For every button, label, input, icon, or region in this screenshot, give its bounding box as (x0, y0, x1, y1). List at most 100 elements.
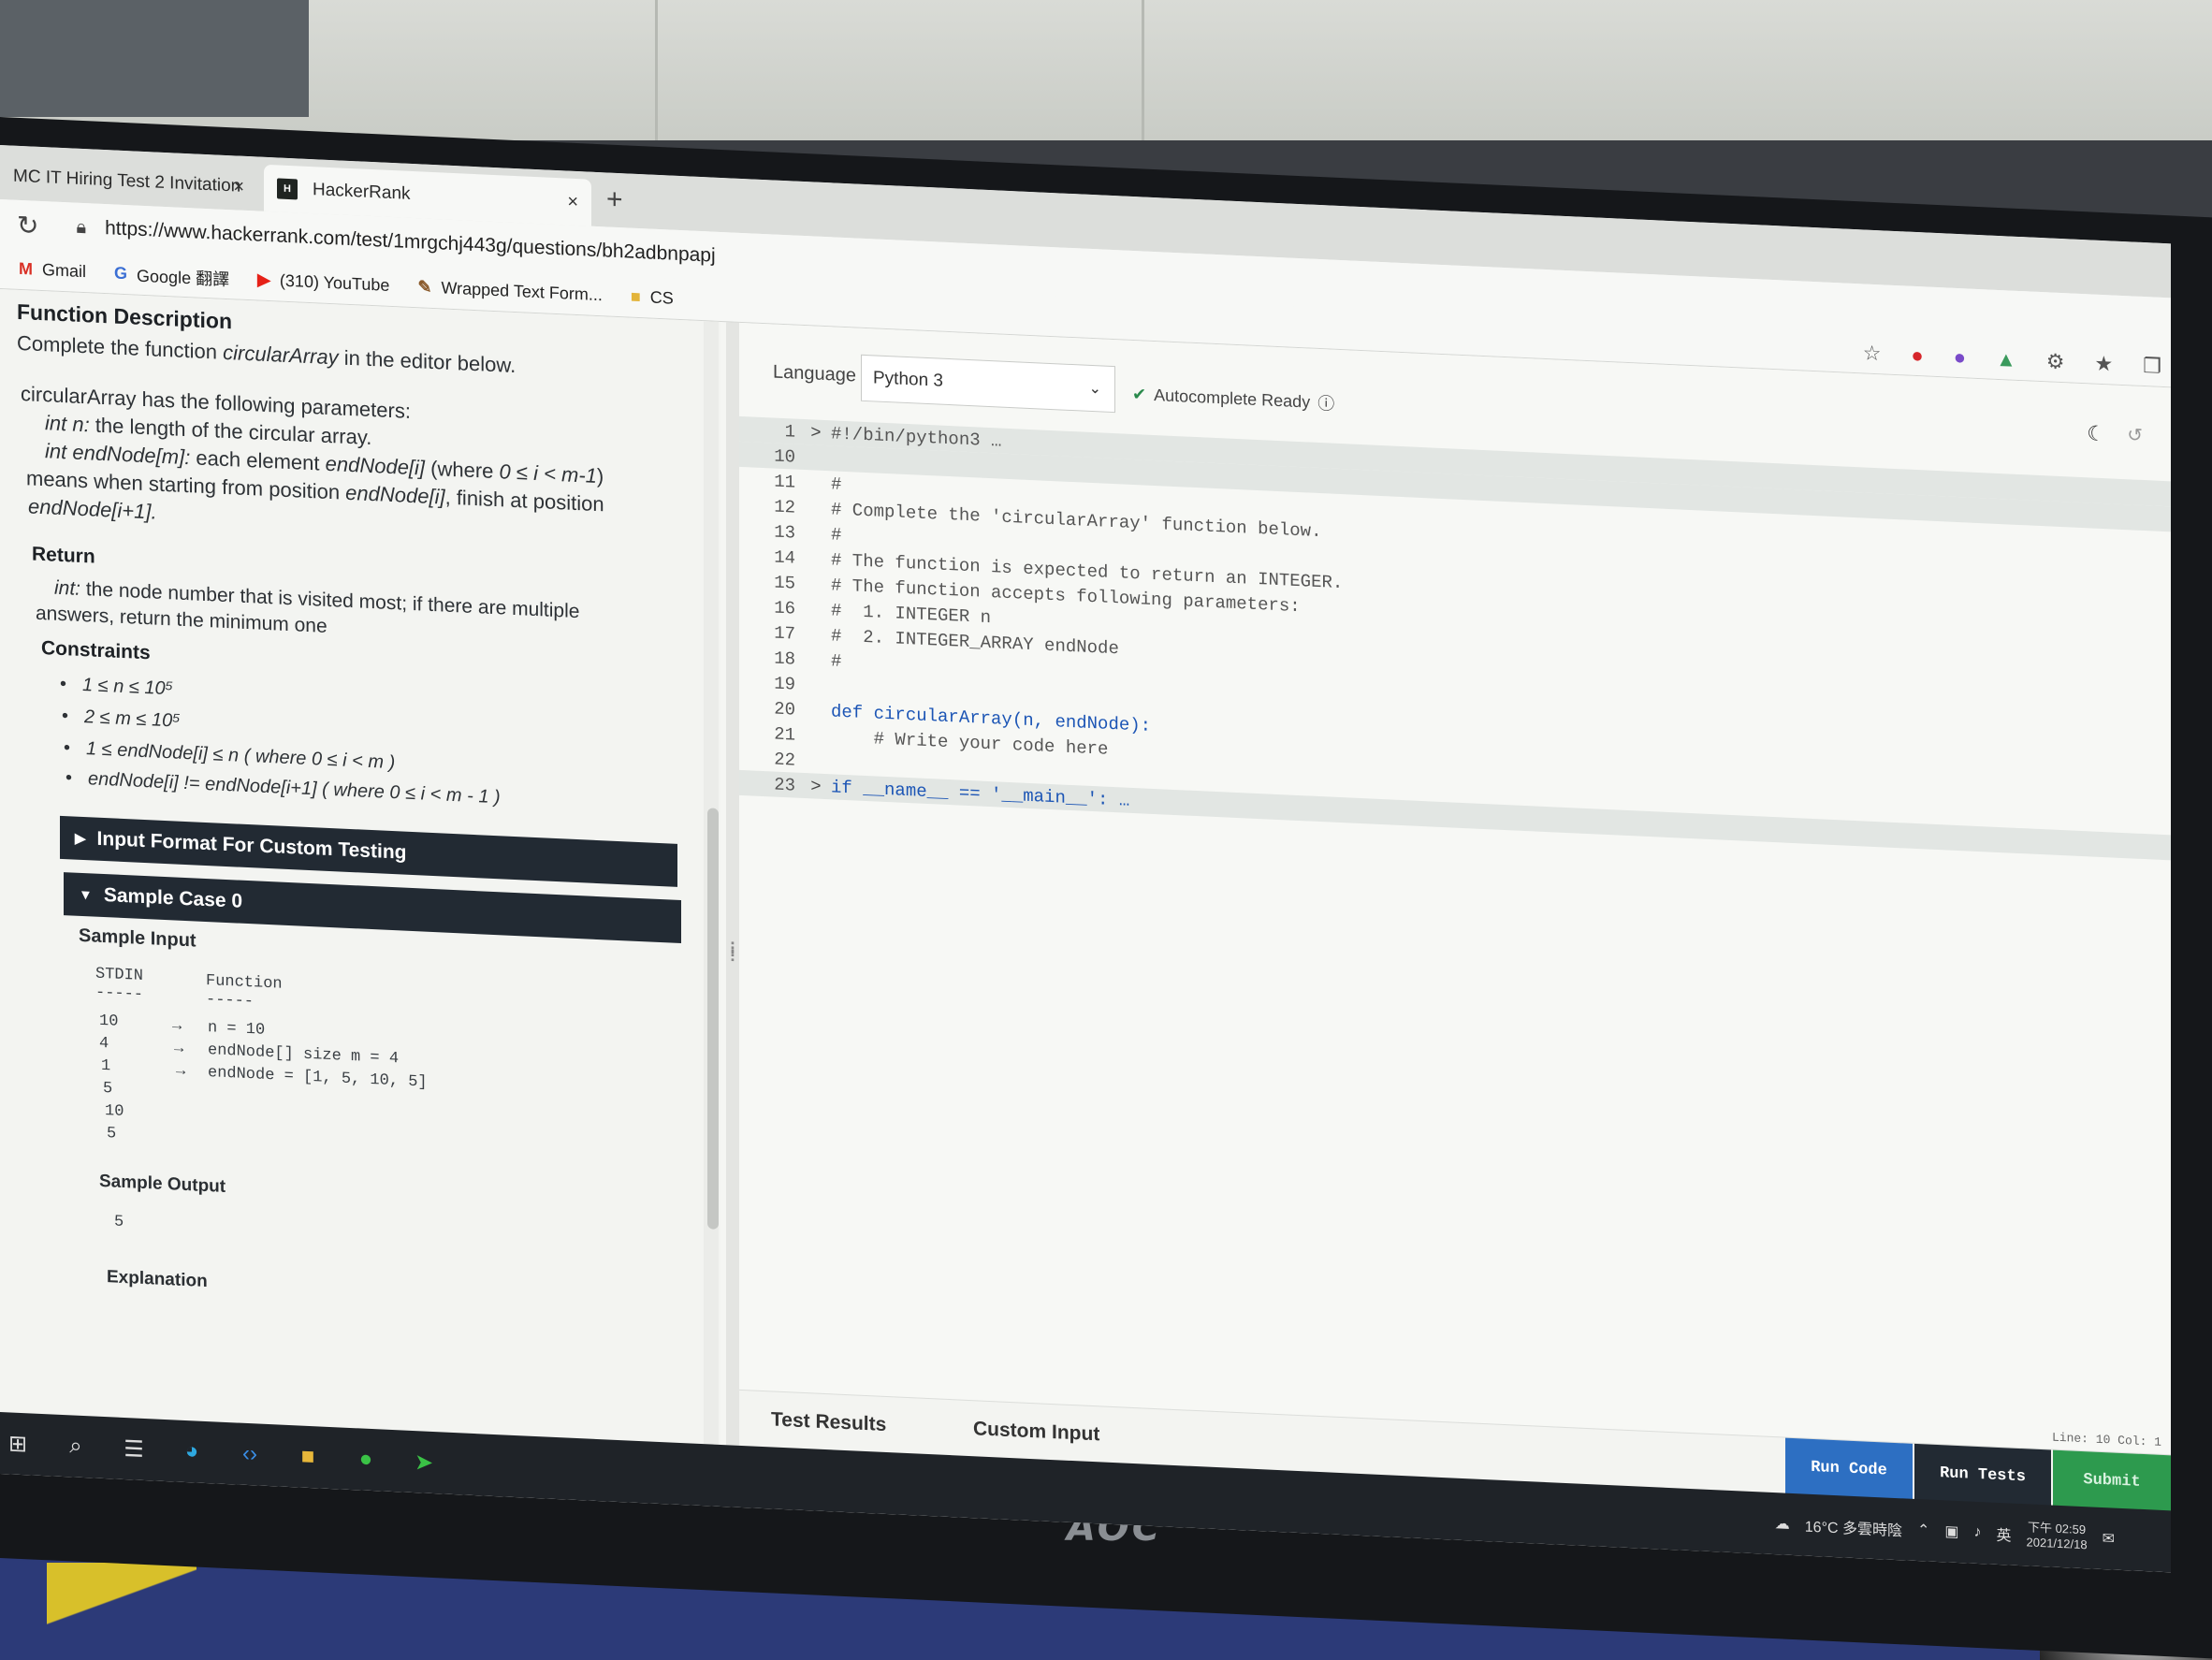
accordion-label: Sample Case 0 (103, 884, 243, 912)
line-app-icon[interactable]: ● (348, 1441, 384, 1478)
code-text: # (831, 649, 842, 672)
stdin-row: 10 (99, 1012, 119, 1031)
submit-button[interactable]: Submit (2053, 1449, 2171, 1512)
info-icon[interactable]: ⓘ (1317, 390, 1334, 415)
extension-icon[interactable]: ▲ (1996, 347, 2016, 372)
file-explorer-icon[interactable]: ■ (290, 1438, 326, 1476)
fold-toggle-icon[interactable]: > (805, 422, 827, 444)
text: , finish at position (444, 485, 604, 517)
line-number: 19 (774, 673, 795, 695)
stdin-header: STDIN (95, 965, 144, 985)
clock-date: 2021/12/18 (2026, 1535, 2088, 1552)
text: each element (190, 445, 326, 475)
chevron-up-icon[interactable]: ⌃ (1917, 1521, 1929, 1540)
language-select[interactable]: Python 3 ⌄ (861, 354, 1115, 414)
tab-custom-input[interactable]: Custom Input (973, 1418, 1099, 1446)
function-name: circularArray (223, 340, 339, 370)
fold-toggle-icon (805, 761, 827, 762)
bookmark-label: Gmail (42, 260, 87, 282)
notification-icon[interactable]: ✉ (2103, 1529, 2115, 1549)
bookmark-label: Google 翻譯 (137, 266, 230, 289)
arrow-icon: → (176, 1062, 186, 1082)
scrollbar-thumb[interactable] (707, 808, 719, 1230)
background-shadow (0, 0, 309, 117)
edge-browser-icon[interactable]: ◕ (174, 1433, 210, 1470)
tab-test-results[interactable]: Test Results (771, 1408, 886, 1436)
fold-toggle-icon (805, 634, 827, 635)
param-name: int endNode[m]: (45, 439, 191, 470)
weather-text[interactable]: 16°C 多雲時陰 (1805, 1514, 1902, 1541)
check-circle-icon: ✔ (1132, 384, 1147, 404)
arrow-icon: → (172, 1017, 182, 1036)
code-text: # (831, 523, 842, 546)
extension-icon[interactable]: ● (1954, 345, 1966, 371)
fold-toggle-icon (805, 710, 827, 711)
text: (where (425, 456, 500, 484)
vscode-icon[interactable]: ‹› (232, 1435, 268, 1473)
google-translate-icon: G (114, 263, 128, 284)
bookmark-wrapped-text[interactable]: ✎ Wrapped Text Form... (417, 277, 603, 305)
background-wall (0, 0, 2212, 140)
fold-toggle-icon (805, 483, 827, 484)
bookmark-folder-cs[interactable]: ■ CS (631, 287, 674, 309)
fold-toggle-icon (805, 458, 827, 459)
close-icon[interactable]: × (567, 191, 578, 213)
function-header: Function (206, 971, 283, 994)
close-icon[interactable]: × (233, 176, 244, 198)
opera-icon[interactable]: ● (1911, 343, 1923, 369)
fold-toggle-icon (805, 609, 827, 610)
chevron-down-icon: ⌄ (1088, 380, 1101, 398)
ime-indicator[interactable]: 英 (1997, 1522, 2012, 1546)
restore-icon[interactable]: ↺ (2127, 423, 2143, 447)
puzzle-icon[interactable]: ⚙ (2046, 349, 2065, 374)
new-tab-button[interactable]: + (606, 183, 623, 216)
function-row: n = 10 (208, 1019, 266, 1040)
network-icon[interactable]: ▣ (1944, 1522, 1958, 1541)
collections-icon[interactable]: ❐ (2143, 354, 2161, 379)
windows-start-icon[interactable]: ⊞ (0, 1425, 36, 1463)
constraint-item: 1 ≤ n ≤ 10⁵ (82, 675, 173, 700)
pane-splitter[interactable] (726, 322, 739, 1446)
fold-toggle-icon[interactable]: > (805, 776, 827, 797)
line-number: 17 (774, 622, 795, 645)
text: 0 ≤ i < m-1 (499, 459, 597, 488)
fold-toggle-icon (805, 559, 827, 560)
editor-pane: Language Python 3 ⌄ ✔ Autocomplete Ready… (739, 322, 2171, 1512)
wall-panel (1142, 0, 1144, 140)
fold-toggle-icon (805, 533, 827, 534)
lock-icon[interactable]: 🔒︎ (76, 216, 86, 238)
constraint-item: endNode[i] != endNode[i+1] ( where 0 ≤ i… (88, 768, 501, 808)
text: endNode[i] (345, 480, 445, 509)
volume-icon[interactable]: ♪ (1974, 1524, 1982, 1541)
tab-label: HackerRank (313, 180, 411, 204)
constraints-title: Constraints (41, 636, 151, 664)
task-view-icon[interactable]: ☰ (116, 1431, 152, 1468)
line-number: 23 (774, 774, 795, 796)
favorites-icon[interactable]: ★ (2095, 352, 2114, 377)
stdin-row: 1 (101, 1056, 111, 1076)
search-icon[interactable]: ⌕ (58, 1428, 94, 1465)
text: endNode[i+1]. (28, 494, 157, 524)
line-number: 14 (774, 546, 795, 569)
telegram-icon[interactable]: ➤ (406, 1444, 442, 1481)
bookmark-google-translate[interactable]: G Google 翻譯 (114, 261, 229, 291)
line-number: 13 (774, 521, 795, 544)
line-number: 16 (774, 597, 795, 619)
autocomplete-status[interactable]: ✔ Autocomplete Ready ⓘ (1132, 382, 1334, 415)
bookmark-gmail[interactable]: M Gmail (19, 259, 86, 282)
reload-icon[interactable]: ↻ (17, 209, 38, 240)
code-editor[interactable]: 1 > #!/bin/python3 … 10 11 #12 # Complete the … (739, 415, 2171, 861)
bookmark-youtube[interactable]: ▶ (310) YouTube (257, 269, 389, 295)
theme-toggle-moon-icon[interactable]: ☾ (2087, 421, 2105, 446)
sample-output-title: Sample Output (99, 1171, 226, 1197)
run-tests-button[interactable]: Run Tests (1914, 1443, 2051, 1507)
weather-icon[interactable]: ☁ (1775, 1514, 1790, 1534)
stdin-row: 4 (99, 1034, 109, 1054)
bookmark-star-icon[interactable]: ☆ (1863, 341, 1882, 366)
dashes: ----- (95, 983, 144, 1004)
line-number: 12 (774, 496, 795, 518)
clock[interactable]: 下午 02:59 2021/12/18 (2027, 1520, 2088, 1552)
text: in the editor below. (338, 345, 517, 378)
line-number: 20 (774, 698, 795, 721)
run-code-button[interactable]: Run Code (1785, 1437, 1913, 1500)
